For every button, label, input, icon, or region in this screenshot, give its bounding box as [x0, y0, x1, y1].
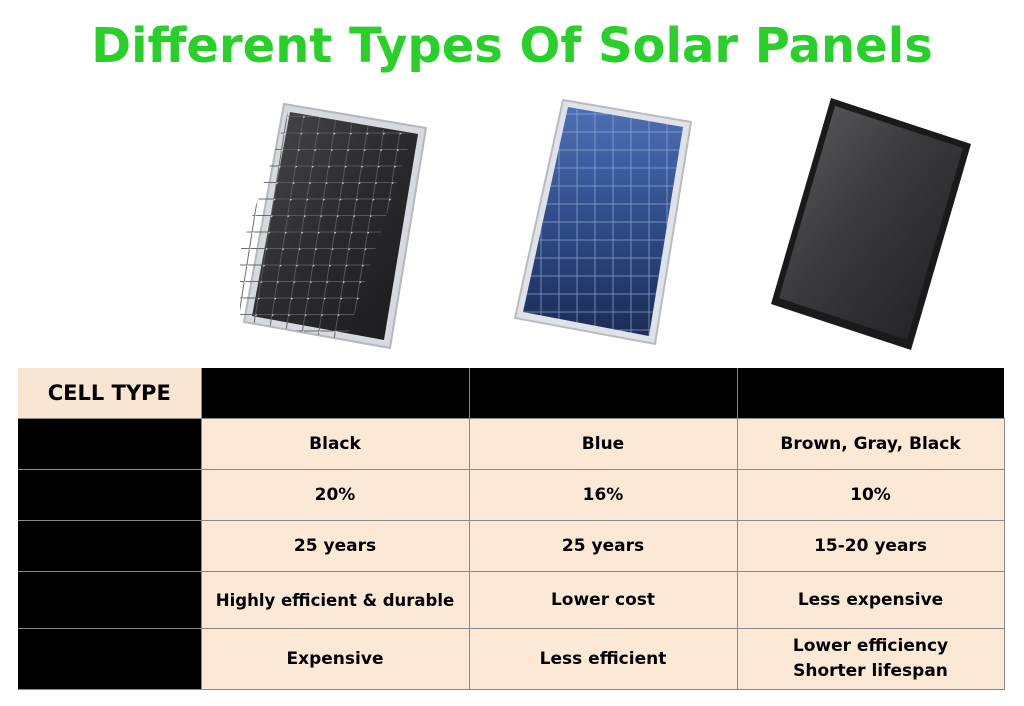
table-row-disadvantages: DISADVANTAGES Expensive Less efficient L… — [18, 628, 1005, 690]
table-cell: 25 years — [469, 520, 738, 572]
table-cell: Expensive — [201, 628, 470, 690]
row-label-disadvantages: DISADVANTAGES — [18, 628, 202, 690]
polycrystalline-panel-image — [505, 96, 705, 346]
table-cell: Blue — [469, 418, 738, 470]
table-cell: 25 years — [201, 520, 470, 572]
table-cell: Brown, Gray, Black — [737, 418, 1005, 470]
cell-line: Lower efficiency — [792, 636, 949, 656]
table-cell: Lower cost — [469, 571, 738, 629]
thin-film-panel-image — [765, 92, 980, 357]
column-header-polycrystalline: Polycrystalline — [469, 368, 738, 419]
table-cell: Less expensive — [737, 571, 1005, 629]
table-cell: Highly efficient & durable — [201, 571, 470, 629]
table-row-lifespan: LIFESPAN 25 years 25 years 15-20 years — [18, 520, 1005, 572]
row-label-efficiency-rate: EFFICIENCY RATE — [18, 469, 202, 521]
column-header-thin-film: Thin film (Amorphous) — [737, 368, 1004, 419]
column-header-monocrystalline: Monocrystalline — [201, 368, 470, 419]
table-cell: 20% — [201, 469, 470, 521]
cell-type-label: CELL TYPE — [18, 368, 202, 419]
table-cell: Less efficient — [469, 628, 738, 690]
cell-line: Shorter lifespan — [793, 661, 948, 681]
monocrystalline-panel-image — [240, 100, 430, 350]
row-label-glass-color: GLASS COLOR — [18, 418, 202, 470]
table-row-glass-color: GLASS COLOR Black Blue Brown, Gray, Blac… — [18, 418, 1005, 470]
solar-panel-comparison-table: CELL TYPE Monocrystalline Polycrystallin… — [18, 368, 1005, 690]
table-row-advantages: ADVANTAGES Highly efficient & durable Lo… — [18, 571, 1005, 629]
page-title: Different Types Of Solar Panels — [91, 18, 933, 74]
table-cell: 15-20 years — [737, 520, 1005, 572]
table-cell: Black — [201, 418, 470, 470]
row-label-lifespan: LIFESPAN — [18, 520, 202, 572]
table-row-efficiency-rate: EFFICIENCY RATE 20% 16% 10% — [18, 469, 1005, 521]
row-label-advantages: ADVANTAGES — [18, 571, 202, 629]
table-cell: 16% — [469, 469, 738, 521]
table-cell: 10% — [737, 469, 1005, 521]
table-cell-multiline: Lower efficiency Shorter lifespan — [737, 628, 1005, 690]
table-header-row: CELL TYPE Monocrystalline Polycrystallin… — [18, 368, 1004, 419]
